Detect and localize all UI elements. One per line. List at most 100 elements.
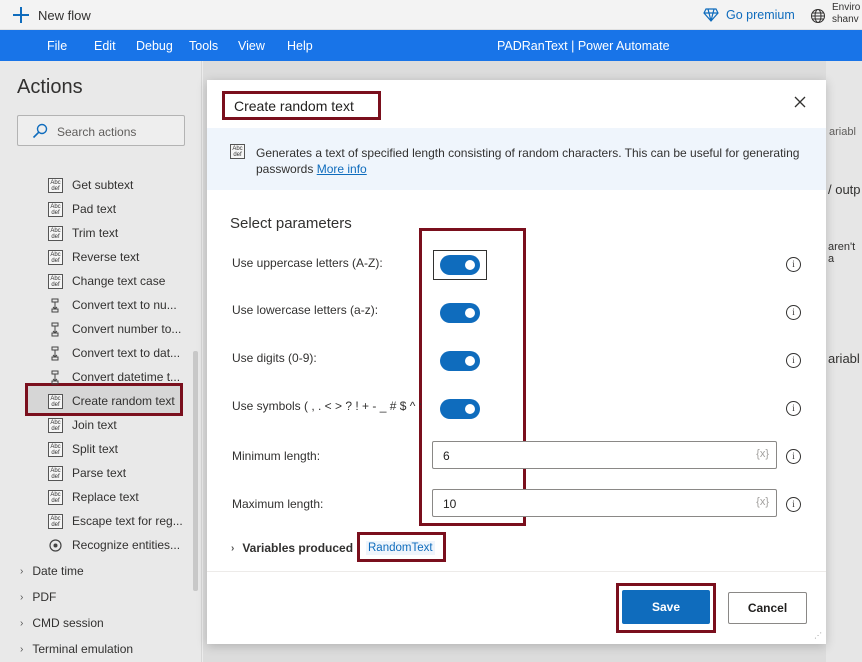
menu-view[interactable]: View: [238, 39, 265, 53]
environment-user: shanv: [832, 14, 859, 25]
action-convert-text-to-number[interactable]: Convert text to nu...: [48, 295, 177, 315]
action-label: Convert text to nu...: [72, 298, 177, 312]
search-actions-input[interactable]: Search actions: [17, 115, 185, 146]
action-join-text[interactable]: Abc def Join text: [48, 415, 117, 435]
menu-tools[interactable]: Tools: [189, 39, 218, 53]
new-flow-button[interactable]: New flow: [12, 6, 91, 24]
min-length-value: 6: [443, 449, 450, 463]
action-label: Convert datetime t...: [72, 370, 181, 384]
actions-panel: Actions Search actions Abc def Get subtext…: [0, 61, 202, 662]
abc-icon: Abc def: [48, 513, 63, 529]
action-label: Split text: [72, 442, 119, 456]
action-label: Recognize entities...: [72, 538, 181, 552]
search-icon: [32, 123, 48, 139]
chevron-right-icon: ›: [231, 542, 235, 554]
min-length-input[interactable]: 6 {x}: [432, 441, 777, 469]
action-convert-datetime-to-text[interactable]: Convert datetime t...: [48, 367, 180, 387]
actions-scrollbar[interactable]: [193, 351, 198, 591]
group-terminal-emulation[interactable]: › Terminal emulation: [20, 642, 133, 656]
chevron-right-icon: ›: [20, 643, 24, 655]
convert-icon: [51, 370, 59, 384]
go-premium-label: Go premium: [726, 8, 795, 22]
action-label: Change text case: [72, 274, 166, 288]
group-label: PDF: [32, 590, 57, 604]
go-premium-button[interactable]: Go premium: [703, 8, 795, 22]
menu-help[interactable]: Help: [287, 39, 313, 53]
max-length-label: Maximum length:: [232, 497, 324, 511]
chevron-right-icon: ›: [20, 565, 24, 577]
action-label: Trim text: [72, 226, 119, 240]
info-icon[interactable]: i: [786, 497, 801, 512]
title-bar: New flow Go premium Enviro shanv: [0, 0, 862, 30]
cancel-button[interactable]: Cancel: [728, 592, 807, 624]
lowercase-label: Use lowercase letters (a-z):: [232, 303, 379, 317]
abc-icon: Abc def: [48, 273, 63, 289]
environment-selector[interactable]: Enviro shanv: [810, 2, 860, 26]
dialog-description: Generates a text of specified length con…: [256, 145, 801, 177]
title-highlight: Create random text: [222, 91, 381, 120]
info-icon[interactable]: i: [786, 401, 801, 416]
abc-icon: Abc def: [48, 465, 63, 481]
variable-picker-icon[interactable]: {x}: [756, 448, 769, 460]
abc-icon: Abc def: [48, 225, 63, 241]
abc-icon: Abc def: [48, 441, 63, 457]
menu-bar: File Edit Debug Tools View Help PADRanTe…: [0, 30, 862, 61]
group-date-time[interactable]: › Date time: [20, 564, 84, 578]
menu-edit[interactable]: Edit: [94, 39, 116, 53]
info-icon[interactable]: i: [786, 305, 801, 320]
variable-picker-icon[interactable]: {x}: [756, 496, 769, 508]
digits-label: Use digits (0-9):: [232, 351, 317, 365]
action-label: Convert text to dat...: [72, 346, 181, 360]
more-info-link[interactable]: More info: [317, 162, 367, 176]
environment-label: Enviro: [832, 2, 861, 13]
lowercase-toggle[interactable]: [440, 303, 480, 323]
action-reverse-text[interactable]: Abc def Reverse text: [48, 247, 139, 267]
info-icon[interactable]: i: [786, 257, 801, 272]
section-title: Select parameters: [230, 215, 352, 232]
action-trim-text[interactable]: Abc def Trim text: [48, 223, 118, 243]
convert-icon: [51, 346, 59, 360]
variable-chip[interactable]: RandomText: [366, 541, 435, 555]
action-replace-text[interactable]: Abc def Replace text: [48, 487, 139, 507]
digits-toggle[interactable]: [440, 351, 480, 371]
action-split-text[interactable]: Abc def Split text: [48, 439, 118, 459]
action-change-text-case[interactable]: Abc def Change text case: [48, 271, 165, 291]
action-create-random-text[interactable]: Abc def Create random text: [48, 391, 175, 411]
action-escape-text-for-regex[interactable]: Abc def Escape text for reg...: [48, 511, 183, 531]
action-get-subtext[interactable]: Abc def Get subtext: [48, 175, 133, 195]
group-pdf[interactable]: › PDF: [20, 590, 56, 604]
action-recognize-entities[interactable]: Recognize entities...: [48, 535, 180, 555]
uppercase-label: Use uppercase letters (A-Z):: [232, 256, 383, 270]
menu-debug[interactable]: Debug: [136, 39, 173, 53]
info-icon[interactable]: i: [786, 353, 801, 368]
max-length-value: 10: [443, 497, 457, 511]
search-placeholder: Search actions: [57, 125, 137, 139]
uppercase-toggle[interactable]: [440, 255, 480, 275]
variables-pane-background: ariabl / outp aren't a ariabl: [826, 61, 862, 662]
resize-grip-icon[interactable]: ⋰: [814, 631, 822, 640]
max-length-input[interactable]: 10 {x}: [432, 489, 777, 517]
group-cmd-session[interactable]: › CMD session: [20, 616, 104, 630]
variables-search-partial: ariabl: [829, 126, 856, 138]
menu-file[interactable]: File: [47, 39, 67, 53]
action-pad-text[interactable]: Abc def Pad text: [48, 199, 116, 219]
abc-icon: Abc def: [48, 393, 63, 409]
action-parse-text[interactable]: Abc def Parse text: [48, 463, 126, 483]
variables-empty-text-partial: aren't a: [828, 241, 856, 265]
symbols-toggle[interactable]: [440, 399, 480, 419]
convert-icon: [51, 322, 59, 336]
globe-icon: [811, 9, 825, 23]
convert-icon: [51, 298, 59, 312]
recognize-icon: [49, 538, 62, 552]
variable-highlight: RandomText: [357, 532, 446, 562]
action-convert-number-to-text[interactable]: Convert number to...: [48, 319, 181, 339]
abc-icon: Abc def: [230, 144, 245, 159]
close-icon[interactable]: [792, 94, 808, 110]
info-icon[interactable]: i: [786, 449, 801, 464]
action-convert-text-to-datetime[interactable]: Convert text to dat...: [48, 343, 180, 363]
save-button[interactable]: Save: [622, 590, 710, 624]
action-label: Create random text: [72, 394, 175, 408]
abc-icon: Abc def: [48, 249, 63, 265]
variables-produced-toggle[interactable]: › Variables produced: [231, 541, 353, 555]
chevron-right-icon: ›: [20, 591, 24, 603]
